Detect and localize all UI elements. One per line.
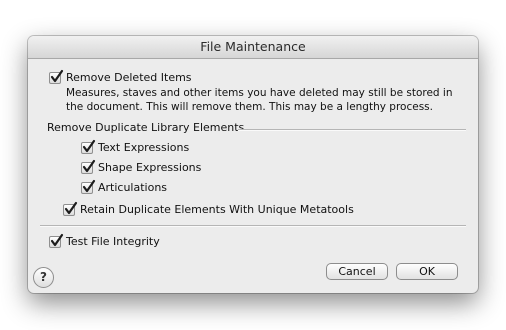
section-divider [238,129,466,130]
text-expressions-label: Text Expressions [98,141,190,154]
articulations-checkbox[interactable] [81,179,96,194]
remove-deleted-description-line1: Measures, staves and other items you hav… [66,87,453,99]
remove-deleted-items-checkbox[interactable] [49,69,64,84]
duplicates-section-heading: Remove Duplicate Library Elements [47,121,245,134]
checkmark-icon [50,69,64,83]
cancel-button[interactable]: Cancel [326,263,388,280]
file-maintenance-dialog: File Maintenance Remove Deleted Items Me… [28,36,478,293]
remove-deleted-items-label: Remove Deleted Items [66,71,192,84]
test-file-integrity-checkbox[interactable] [49,233,64,248]
retain-duplicates-label: Retain Duplicate Elements With Unique Me… [80,203,354,216]
bottom-divider [40,225,466,226]
remove-deleted-description-line2: the document. This will remove them. Thi… [66,101,433,113]
help-button[interactable]: ? [33,267,54,288]
dialog-title: File Maintenance [28,36,478,59]
text-expressions-checkbox[interactable] [81,139,96,154]
shape-expressions-label: Shape Expressions [98,161,202,174]
checkmark-icon [82,139,96,153]
checkmark-icon [82,179,96,193]
retain-duplicates-checkbox[interactable] [63,201,78,216]
ok-button[interactable]: OK [396,263,458,280]
checkmark-icon [64,201,78,215]
checkmark-icon [82,159,96,173]
articulations-label: Articulations [98,181,168,194]
shape-expressions-checkbox[interactable] [81,159,96,174]
checkmark-icon [50,233,64,247]
test-file-integrity-label: Test File Integrity [66,235,160,248]
